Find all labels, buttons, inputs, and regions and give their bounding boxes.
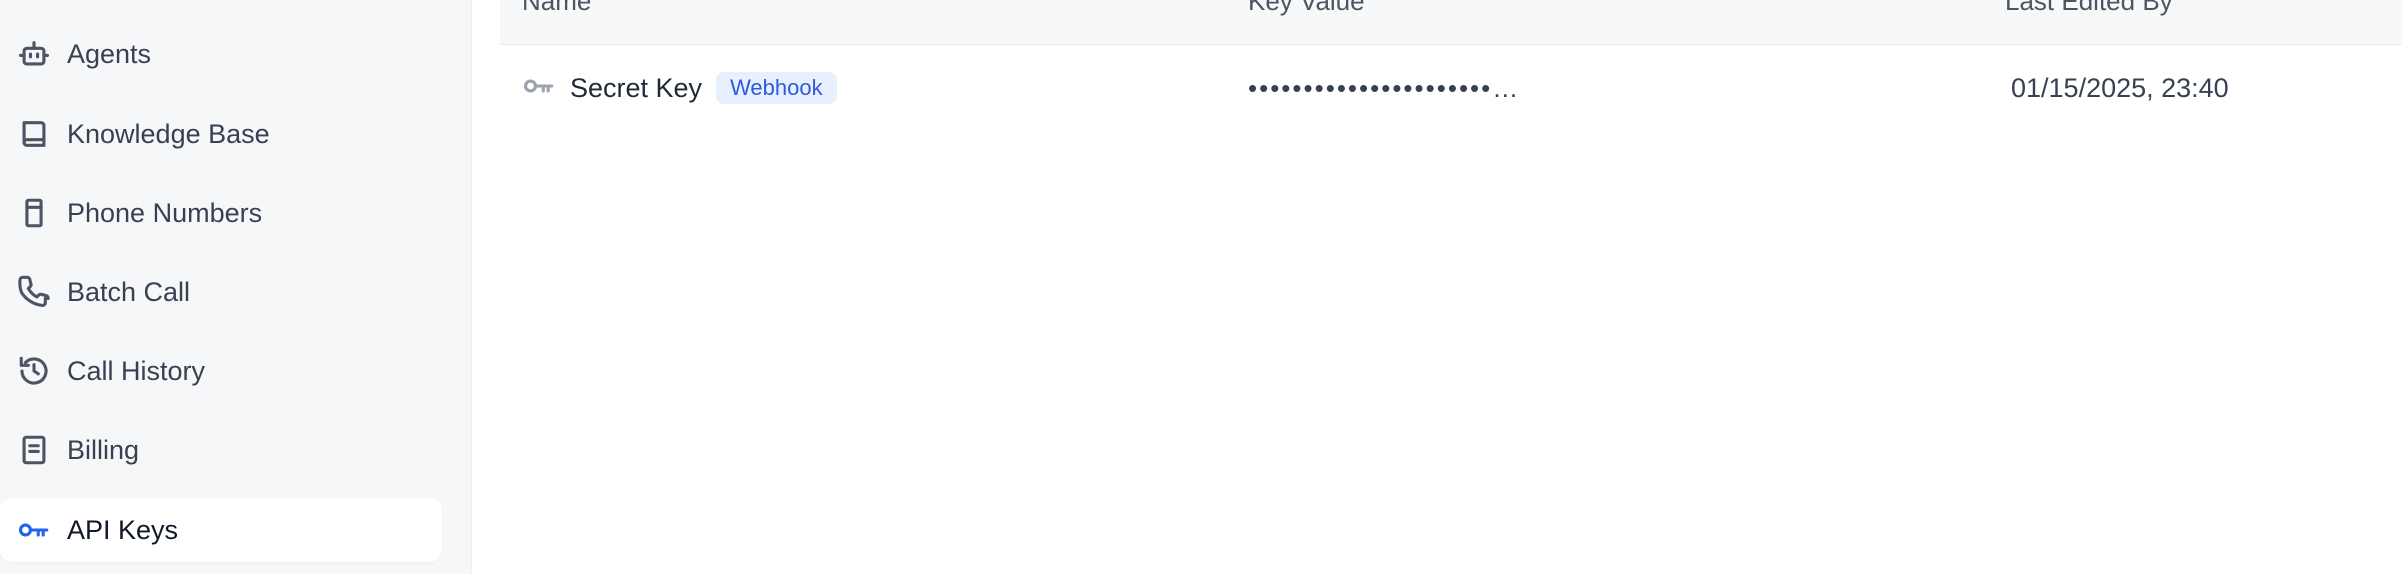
column-header-name[interactable]: Name [522,0,591,17]
last-edited-timestamp: 01/15/2025, 23:40 [2011,72,2229,103]
key-value-cell: ••••••••••••••••••••••… [1248,44,1520,132]
sidebar-item-api-keys[interactable]: API Keys [0,498,442,562]
column-header-last-edited-by[interactable]: Last Edited By [2005,0,2173,17]
key-name: Secret Key [570,72,703,103]
sidebar-item-label: Call History [67,355,206,386]
sidebar-item-call-history[interactable]: Call History [0,339,442,403]
column-header-key-value[interactable]: Key Value [1248,0,1365,17]
sidebar-item-phone-numbers[interactable]: Phone Numbers [0,181,442,245]
history-icon [16,353,52,389]
table-row[interactable]: Secret Key Webhook •••••••••••••••••••••… [500,44,2402,132]
name-cell: Secret Key Webhook [522,44,837,132]
sidebar-item-label: Phone Numbers [67,197,263,228]
phone-icon [16,274,52,310]
phone-device-icon [16,195,52,231]
sidebar-item-label: Agents [67,38,152,69]
sidebar: Agents Knowledge Base Phone Numbers Batc… [0,0,472,574]
app-window: Agents Knowledge Base Phone Numbers Batc… [0,0,2402,574]
sidebar-item-label: Billing [67,434,140,465]
sidebar-item-agents[interactable]: Agents [0,22,442,86]
robot-icon [16,36,52,72]
sidebar-item-knowledge-base[interactable]: Knowledge Base [0,102,442,166]
key-icon [522,69,556,108]
last-edited-cell: 01/15/2025, 23:40 [2011,44,2229,132]
api-keys-table: Name Key Value Last Edited By Secret Key… [500,0,2402,574]
sidebar-item-batch-call[interactable]: Batch Call [0,260,442,324]
sidebar-item-label: Batch Call [67,276,191,307]
receipt-icon [16,432,52,468]
key-type-badge: Webhook [716,72,837,104]
table-header: Name Key Value Last Edited By [500,0,2402,45]
sidebar-item-label: Knowledge Base [67,118,270,149]
masked-key-value: ••••••••••••••••••••••… [1248,72,1521,103]
sidebar-item-billing[interactable]: Billing [0,418,442,482]
book-icon [16,116,52,152]
sidebar-item-label: API Keys [67,514,179,545]
key-icon [16,512,52,548]
